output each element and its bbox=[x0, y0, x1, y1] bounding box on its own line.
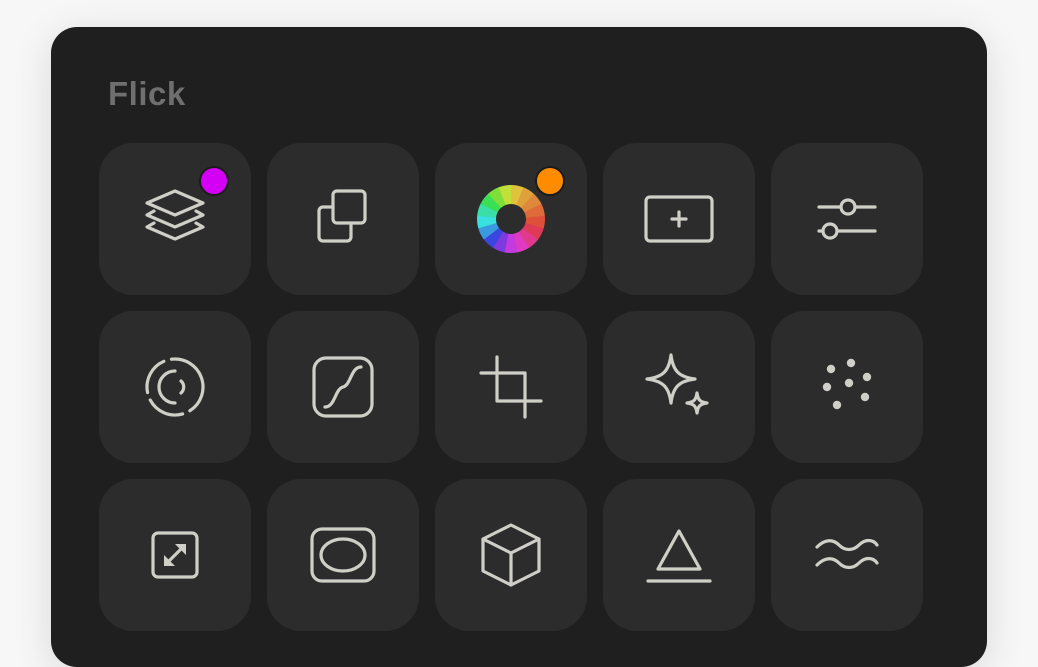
duplicate-tool-button[interactable] bbox=[267, 143, 419, 295]
crop-icon bbox=[479, 355, 543, 419]
enhance-tool-button[interactable] bbox=[603, 311, 755, 463]
dashed-circle-icon bbox=[145, 357, 205, 417]
dots-icon bbox=[822, 358, 872, 410]
vignette-icon bbox=[310, 527, 376, 583]
tools-panel: Flick bbox=[51, 27, 987, 667]
panel-title: Flick bbox=[108, 75, 186, 112]
grain-tool-button[interactable] bbox=[771, 311, 923, 463]
wave-tool-button[interactable] bbox=[771, 479, 923, 631]
layers-icon bbox=[145, 189, 205, 241]
sparkle-icon bbox=[645, 353, 709, 415]
duplicate-icon bbox=[317, 189, 367, 243]
triangle-icon bbox=[646, 529, 712, 583]
sliders-icon bbox=[817, 198, 877, 240]
tool-grid bbox=[99, 143, 923, 631]
layers-tool-button[interactable] bbox=[99, 143, 251, 295]
add-frame-tool-button[interactable] bbox=[603, 143, 755, 295]
adjustments-tool-button[interactable] bbox=[771, 143, 923, 295]
dashed-circle-tool-button[interactable] bbox=[99, 311, 251, 463]
curves-tool-button[interactable] bbox=[267, 311, 419, 463]
3d-tool-button[interactable] bbox=[435, 479, 587, 631]
color-wheel-badge bbox=[535, 166, 565, 196]
color-wheel-tool-button[interactable] bbox=[435, 143, 587, 295]
cube-icon bbox=[481, 523, 541, 587]
waves-icon bbox=[815, 538, 879, 570]
curves-icon bbox=[312, 356, 374, 418]
crop-tool-button[interactable] bbox=[435, 311, 587, 463]
layers-badge bbox=[199, 166, 229, 196]
vignette-tool-button[interactable] bbox=[267, 479, 419, 631]
exposure-tool-button[interactable] bbox=[603, 479, 755, 631]
resize-tool-button[interactable] bbox=[99, 479, 251, 631]
color-wheel-icon bbox=[477, 184, 545, 254]
add-frame-icon bbox=[644, 195, 714, 243]
resize-icon bbox=[151, 531, 199, 579]
